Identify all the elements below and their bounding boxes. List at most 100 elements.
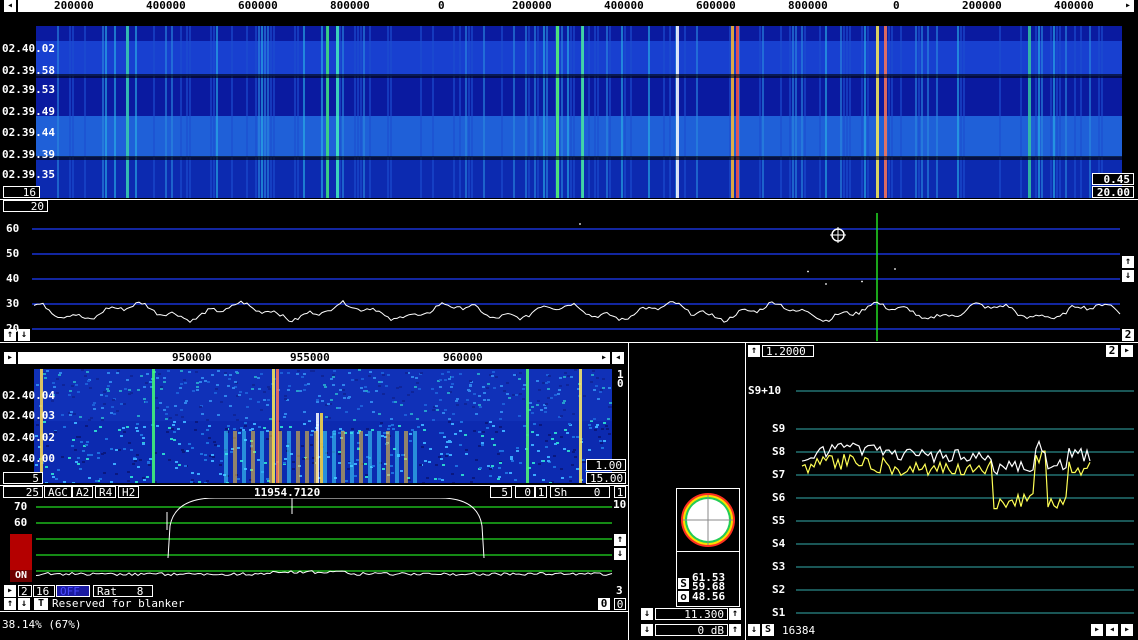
baseband-frequency[interactable]: 11954.7120 xyxy=(254,487,320,498)
zoom-waterfall-zero-box[interactable]: 15.00 xyxy=(586,472,626,484)
baseband-up-arrow[interactable]: ↑ xyxy=(614,534,626,546)
baseband-row2-t-button[interactable]: T xyxy=(34,598,48,610)
baseband-row1-left-arrow[interactable]: ▸ xyxy=(4,585,16,597)
smeter-label: S9+10 xyxy=(748,384,782,397)
baseband-row2-up-arrow[interactable]: ↑ xyxy=(4,598,16,610)
smeter-label: S4 xyxy=(772,537,786,550)
top-ruler-label: 600000 xyxy=(696,0,736,12)
baseband-rat-box[interactable]: Rat 8 xyxy=(93,585,153,597)
baseband-row1-n16[interactable]: 16 xyxy=(33,585,55,597)
zoom-waterfall-timestamp: 02.40.02 xyxy=(2,431,55,444)
baseband-right-top-num: 10 xyxy=(613,498,627,511)
baseband-row1-n2[interactable]: 2 xyxy=(18,585,32,597)
coherent-display[interactable] xyxy=(676,488,740,552)
main-waterfall-avg-box[interactable]: 16 xyxy=(3,186,40,198)
db-value-box[interactable]: 0 dB xyxy=(655,624,728,636)
zoom-waterfall-gain-box[interactable]: 1.00 xyxy=(586,459,626,471)
top-ruler-label: 600000 xyxy=(238,0,278,12)
smeter-top-right-arrow[interactable]: ▸ xyxy=(1121,345,1133,357)
main-spectrum-y-label: 30 xyxy=(6,297,20,310)
main-waterfall-timestamp: 02.39.39 xyxy=(2,148,55,161)
main-spectrum-left-up-arrow[interactable]: ↑ xyxy=(4,329,16,341)
baseband-row2-n0[interactable]: 0 xyxy=(598,598,610,610)
top-ruler-label: 200000 xyxy=(54,0,94,12)
main-waterfall-timestamp: 02.39.44 xyxy=(2,126,55,139)
smeter-scale-box[interactable]: 1.2000 xyxy=(762,345,814,357)
top-ruler-right-arrow[interactable]: ▸ xyxy=(1122,0,1134,12)
smeter-s-button[interactable]: S xyxy=(762,624,774,636)
freq-down-button[interactable]: ↓ xyxy=(641,608,653,620)
smeter-bottom-right-arrow-2[interactable]: ◂ xyxy=(1106,624,1118,636)
main-waterfall-zero-box[interactable]: 20.00 xyxy=(1092,186,1134,198)
main-waterfall-timestamp: 02.39.53 xyxy=(2,83,55,96)
r4-button[interactable]: R4 xyxy=(95,486,117,498)
cpu-status: 38.14% (67%) xyxy=(2,618,82,631)
main-spectrum-y-label: 50 xyxy=(6,247,20,260)
s-meter-graph[interactable] xyxy=(746,358,1138,620)
top-ruler-label: 400000 xyxy=(1054,0,1094,12)
main-spectrum-right-box[interactable]: 2 xyxy=(1122,329,1134,341)
freq-value-box[interactable]: 11.300 xyxy=(655,608,728,620)
smeter-label: S1 xyxy=(772,606,786,619)
baseband-left-num-box[interactable]: 25 xyxy=(3,486,43,498)
smeter-top-right-box[interactable]: 2 xyxy=(1106,345,1118,357)
main-spectrum-y-label: 60 xyxy=(6,222,20,235)
baseband-b1b-box[interactable]: 1 xyxy=(614,486,626,498)
top-ruler-label: 400000 xyxy=(604,0,644,12)
baseband-b0-box[interactable]: 0 xyxy=(515,486,535,498)
baseband-level-red-box xyxy=(10,534,32,570)
main-spectrum-up-arrow[interactable]: ↑ xyxy=(1122,256,1134,268)
zoom-waterfall[interactable] xyxy=(34,369,612,483)
h2-button[interactable]: H2 xyxy=(118,486,140,498)
main-waterfall-timestamp: 02.39.49 xyxy=(2,105,55,118)
zoom-ruler-left-arrow[interactable]: ▸ xyxy=(4,352,16,364)
blanker-label: Reserved for blanker xyxy=(52,597,185,610)
main-waterfall-timestamp: 02.40.02 xyxy=(2,42,55,55)
smeter-label: S6 xyxy=(772,491,786,504)
smeter-label: S9 xyxy=(772,422,786,435)
smeter-bottom-right-arrow-3[interactable]: ▸ xyxy=(1121,624,1133,636)
baseband-sh-box[interactable]: Sh 0 xyxy=(550,486,610,498)
main-waterfall-gain-box[interactable]: 0.45 xyxy=(1092,173,1134,185)
zoom-ruler-label: 960000 xyxy=(443,351,483,364)
main-waterfall-timestamp: 02.39.35 xyxy=(2,168,55,181)
top-ruler-left-arrow[interactable]: ◂ xyxy=(4,0,16,12)
main-spectrum-left-down-arrow[interactable]: ↓ xyxy=(18,329,30,341)
smeter-label: S8 xyxy=(772,445,786,458)
main-spectrum-down-arrow[interactable]: ↓ xyxy=(1122,270,1134,282)
zoom-waterfall-timestamp: 02.40.03 xyxy=(2,409,55,422)
zoom-waterfall-avg-box[interactable]: 5 xyxy=(3,472,43,484)
baseband-y-label: 70 xyxy=(14,500,28,513)
baseband-off-button[interactable]: OFF xyxy=(56,585,90,597)
zoom-ruler-right-arrow-1[interactable]: ▸ xyxy=(598,352,610,364)
db-down-button[interactable]: ↓ xyxy=(641,624,653,636)
freq-up-button[interactable]: ↑ xyxy=(729,608,741,620)
zoom-ruler-right-arrow-2[interactable]: ◂ xyxy=(612,352,624,364)
baseband-on-label[interactable]: ON xyxy=(10,570,32,582)
top-ruler-label: 800000 xyxy=(330,0,370,12)
coherent-s-label: S xyxy=(678,578,689,589)
baseband-spectrum[interactable] xyxy=(0,498,628,584)
a2-button[interactable]: A2 xyxy=(72,486,94,498)
main-spectrum[interactable] xyxy=(0,213,1138,341)
zoom-ruler-label: 955000 xyxy=(290,351,330,364)
baseband-row2-down-arrow[interactable]: ↓ xyxy=(18,598,30,610)
main-spectrum-avg-box[interactable]: 20 xyxy=(3,200,48,212)
top-ruler-label: 400000 xyxy=(146,0,186,12)
main-waterfall[interactable] xyxy=(36,26,1122,198)
db-up-button[interactable]: ↑ xyxy=(729,624,741,636)
baseband-b1-box[interactable]: 1 xyxy=(535,486,547,498)
smeter-bottom-down-arrow[interactable]: ↓ xyxy=(748,624,760,636)
smeter-bottom-right-arrow-1[interactable]: ▸ xyxy=(1091,624,1103,636)
baseband-row2-o[interactable]: 0 xyxy=(614,598,626,610)
top-ruler-label: 0 xyxy=(438,0,445,12)
baseband-b5-box[interactable]: 5 xyxy=(490,486,512,498)
smeter-up-arrow[interactable]: ↑ xyxy=(748,345,760,357)
baseband-y-label: 60 xyxy=(14,516,28,529)
baseband-down-arrow[interactable]: ↓ xyxy=(614,548,626,560)
top-ruler-label: 0 xyxy=(893,0,900,12)
smeter-fft-size: 16384 xyxy=(782,624,816,637)
zoom-ruler-label: 950000 xyxy=(172,351,212,364)
baseband-right-bottom-num: 3 xyxy=(616,584,623,597)
agc-button[interactable]: AGC xyxy=(44,486,72,498)
